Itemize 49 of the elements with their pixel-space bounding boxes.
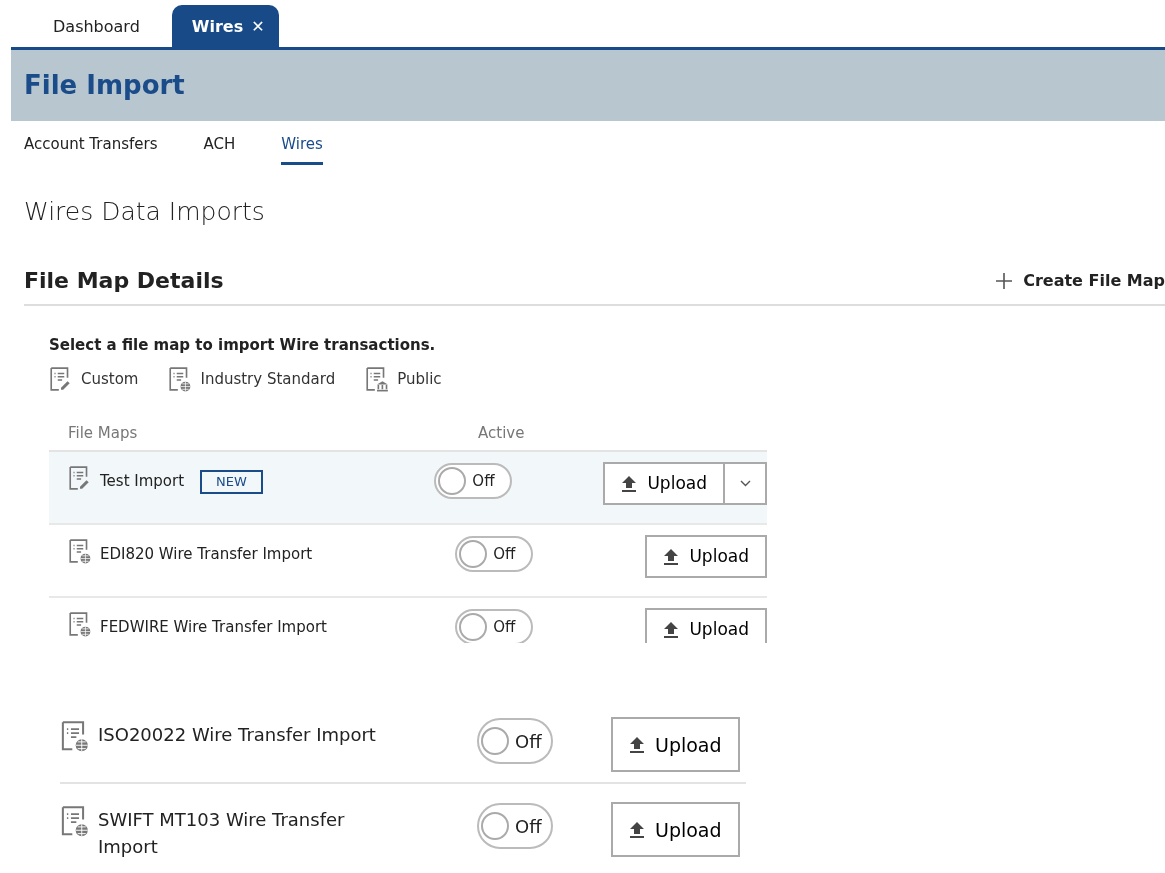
upload-icon	[621, 475, 638, 493]
table-row[interactable]: EDI820 Wire Transfer Import Off Upload	[49, 525, 767, 599]
file-map-name: Test Import	[100, 471, 185, 493]
chevron-down-icon	[739, 480, 751, 488]
file-map-name: EDI820 Wire Transfer Import	[100, 544, 313, 566]
instruction-text: Select a file map to import Wire transactions.	[49, 335, 437, 357]
tab[interactable]: ACH	[203, 133, 236, 165]
dropdown-button[interactable]	[725, 462, 767, 506]
upload-icon	[629, 736, 645, 754]
close-icon[interactable]: ✕	[251, 17, 265, 36]
upload-icon	[629, 821, 645, 839]
file-map-name: FEDWIRE Wire Transfer Import	[100, 617, 327, 639]
document-globe-icon	[60, 806, 90, 838]
upload-icon	[663, 548, 680, 566]
column-header: File Maps	[68, 423, 138, 442]
upload-button[interactable]: Upload	[611, 802, 740, 858]
upload-button[interactable]: Upload	[611, 717, 740, 773]
document-globe-icon	[68, 612, 92, 638]
document-globe-icon	[168, 366, 193, 392]
toggle-switch[interactable]: Off	[477, 803, 553, 850]
tab[interactable]: Account Transfers	[24, 133, 158, 165]
plus-icon	[995, 272, 1014, 291]
file-map-name: SWIFT MT103 Wire Transfer Import	[98, 808, 346, 860]
upload-button[interactable]: Upload	[645, 535, 767, 579]
selected-row[interactable]: Test Import NEW Off Upload	[49, 452, 767, 526]
upload-button[interactable]: Upload	[645, 608, 767, 644]
legend-label: Public	[397, 369, 442, 391]
toggle-switch[interactable]: Off	[455, 536, 534, 573]
document-bank-icon	[365, 366, 390, 392]
tab[interactable]: Wires ✕	[171, 5, 279, 47]
new-tag: NEW	[200, 470, 263, 494]
upload-icon	[663, 621, 680, 639]
document-globe-icon	[60, 721, 90, 753]
document-globe-icon	[68, 539, 92, 565]
toggle-switch[interactable]: Off	[455, 609, 534, 644]
create-file-map-button[interactable]: Create File Map	[995, 269, 1165, 294]
table-row[interactable]: FEDWIRE Wire Transfer Import Off Upload	[49, 598, 767, 644]
column-header: Active	[478, 423, 525, 442]
tab[interactable]: Dashboard	[11, 5, 162, 47]
file-map-name: ISO20022 Wire Transfer Import	[98, 723, 376, 748]
toggle-switch[interactable]: Off	[477, 718, 553, 765]
section-title: File Map Details	[24, 268, 224, 295]
page-title: Wires Data Imports	[24, 195, 266, 228]
legend-label: Custom	[81, 369, 139, 391]
upload-button[interactable]: Upload	[603, 462, 725, 506]
toggle-switch[interactable]: Off	[434, 463, 513, 500]
tab[interactable]: Wires	[281, 133, 323, 165]
page-header-title: File Import	[24, 69, 185, 102]
legend-label: Industry Standard	[200, 369, 336, 391]
